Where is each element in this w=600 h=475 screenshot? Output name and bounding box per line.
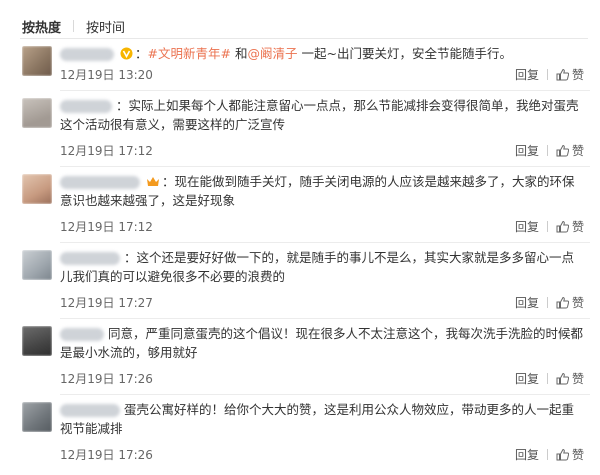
comment-content: ：这个还是要好好做一下的，就是随手的事儿不是么，其实大家就是多多留心一点儿我们真… [60,250,575,284]
sort-bar: 按热度 按时间 [22,14,125,38]
comment-meta: 12月19日 17:26 回复 赞 [60,370,584,388]
avatar[interactable] [22,46,52,76]
comment-content: 同意，严重同意蛋壳的这个倡议！现在很多人不太注意这个，我每次洗手洗脸的时候都是最… [60,326,584,360]
comment-actions: 回复 赞 [515,294,584,311]
comment-meta: 12月19日 17:12 回复 赞 [60,218,584,236]
thumbs-up-icon [556,220,569,233]
user-name[interactable] [60,176,140,189]
sort-by-hot-tab[interactable]: 按热度 [22,17,61,36]
user-name[interactable] [60,328,104,341]
sort-by-time-tab[interactable]: 按时间 [86,17,125,36]
comment-divider [60,318,590,319]
member-badge-icon [147,177,159,186]
action-separator [546,69,548,80]
reply-button[interactable]: 回复 [515,218,539,235]
comment-content: 蛋壳公寓好样的！给你个大大的赞，这是利用公众人物效应，带动更多的人一起重视节能减… [60,402,575,436]
comment-actions: 回复 赞 [515,446,584,463]
comment-time: 12月19日 13:20 [60,68,153,82]
comment-content: ：实际上如果每个人都能注意留心一点点，那么节能减排会变得很简单，我绝对蛋壳这个活… [60,98,579,132]
like-label: 赞 [571,296,584,310]
like-button[interactable]: 赞 [556,446,584,463]
comment-divider [60,90,590,91]
action-separator [546,373,548,384]
comment-divider [60,166,590,167]
reply-button[interactable]: 回复 [515,142,539,159]
comment-time: 12月19日 17:26 [60,372,153,386]
thumbs-up-icon [556,296,569,309]
comment-time: 12月19日 17:26 [60,448,153,462]
comment-meta: 12月19日 17:26 回复 赞 [60,446,584,464]
comment-meta: 12月19日 17:12 回复 赞 [60,142,584,160]
comment-text: ：这个还是要好好做一下的，就是随手的事儿不是么，其实大家就是多多留心一点儿我们真… [60,248,584,286]
comment-meta: 12月19日 17:27 回复 赞 [60,294,584,312]
comment-text: 蛋壳公寓好样的！给你个大大的赞，这是利用公众人物效应，带动更多的人一起重视节能减… [60,400,584,438]
reply-button[interactable]: 回复 [515,66,539,83]
sort-separator [73,20,75,32]
like-button[interactable]: 赞 [556,218,584,235]
comment-divider [60,394,590,395]
comment-text: ：实际上如果每个人都能注意留心一点点，那么节能减排会变得很简单，我绝对蛋壳这个活… [60,96,584,134]
avatar[interactable] [22,326,52,356]
reply-button[interactable]: 回复 [515,370,539,387]
comment-time: 12月19日 17:27 [60,296,153,310]
like-button[interactable]: 赞 [556,294,584,311]
like-label: 赞 [571,220,584,234]
action-separator [546,221,548,232]
comment-actions: 回复 赞 [515,142,584,159]
comment-meta: 12月19日 13:20 回复 赞 [60,66,584,84]
comment-time: 12月19日 17:12 [60,220,153,234]
mention-link[interactable]: @阚清子 [247,46,297,61]
thumbs-up-icon [556,144,569,157]
avatar[interactable] [22,98,52,128]
thumbs-up-icon [556,372,569,385]
user-name[interactable] [60,404,120,417]
user-name[interactable] [60,100,112,113]
action-separator [546,449,548,460]
like-label: 赞 [571,144,584,158]
comment-actions: 回复 赞 [515,370,584,387]
like-button[interactable]: 赞 [556,66,584,83]
joiner-text: 和 [234,46,248,61]
avatar[interactable] [22,402,52,432]
comment-content: 一起~出门要关灯，安全节能随手行。 [301,46,512,61]
comment-actions: 回复 赞 [515,218,584,235]
comment-text: ：#文明新青年# 和@阚清子 一起~出门要关灯，安全节能随手行。 [60,44,584,63]
action-separator [546,145,548,156]
avatar[interactable] [22,174,52,204]
comment-time: 12月19日 17:12 [60,144,153,158]
comment-text: ：现在能做到随手关灯，随手关闭电源的人应该是越来越多了，大家的环保意识也越来越强… [60,172,584,210]
comment-panel: 按热度 按时间 ：#文明新青年# 和@阚清子 一起~出门要关灯，安全节能随手行。… [0,0,600,475]
comment-divider [60,242,590,243]
verified-v-icon [120,47,133,60]
user-name[interactable] [60,48,114,61]
action-separator [546,297,548,308]
user-name[interactable] [60,252,120,265]
thumbs-up-icon [556,68,569,81]
thumbs-up-icon [556,448,569,461]
comment-text: 同意，严重同意蛋壳的这个倡议！现在很多人不太注意这个，我每次洗手洗脸的时候都是最… [60,324,584,362]
avatar[interactable] [22,250,52,280]
header-divider [20,38,588,39]
like-label: 赞 [571,448,584,462]
comment-actions: 回复 赞 [515,66,584,83]
topic-link[interactable]: #文明新青年# [148,46,231,61]
like-button[interactable]: 赞 [556,370,584,387]
like-label: 赞 [571,68,584,82]
reply-button[interactable]: 回复 [515,294,539,311]
reply-button[interactable]: 回复 [515,446,539,463]
like-label: 赞 [571,372,584,386]
like-button[interactable]: 赞 [556,142,584,159]
